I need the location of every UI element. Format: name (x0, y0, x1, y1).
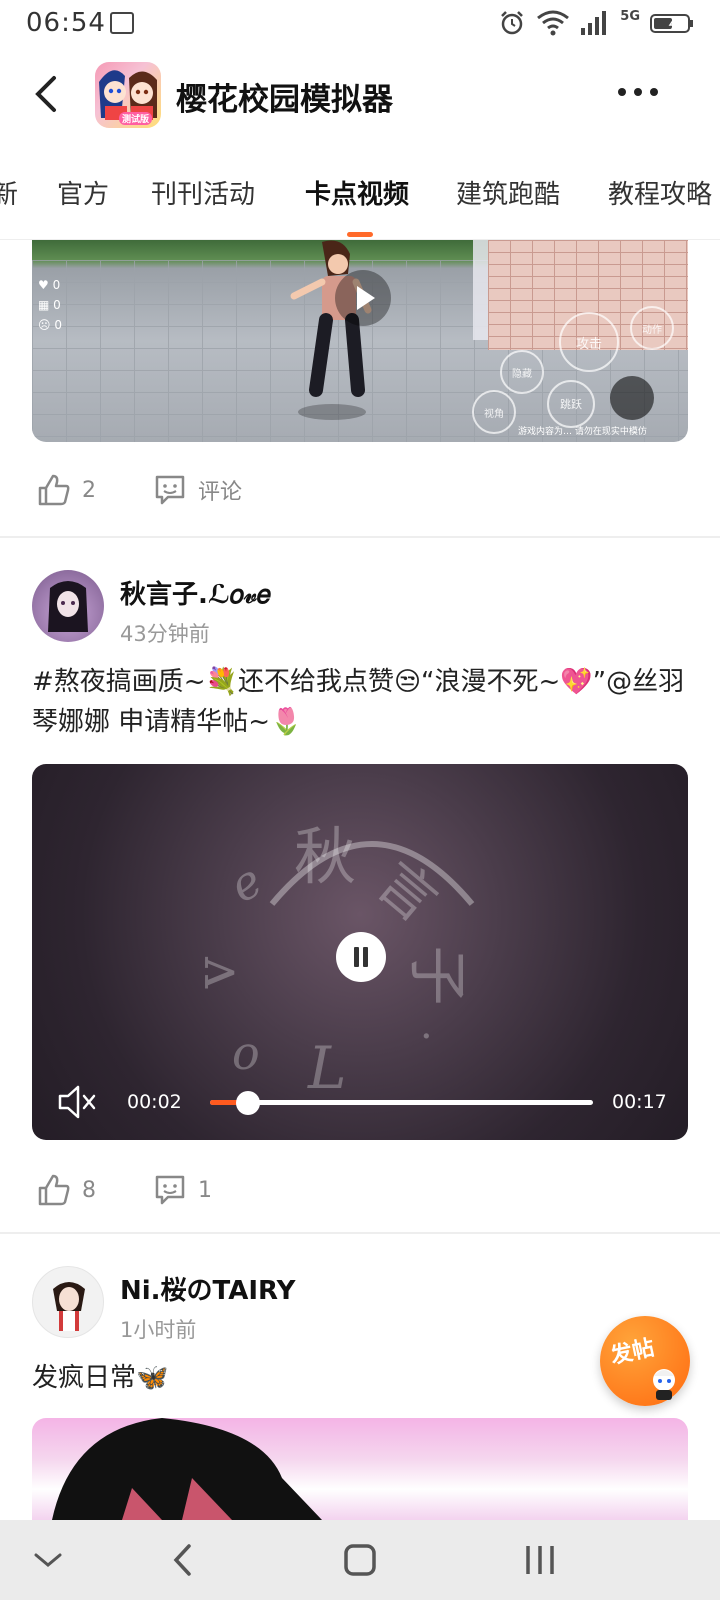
game-view-button: 视角 (472, 390, 516, 434)
category-tabs: 新 官方 刊刊活动 卡点视频 建筑跑酷 教程攻略 (0, 160, 720, 240)
post2-author-name[interactable]: 秋言子.ℒ𝑜𝓋𝑒 (120, 574, 271, 611)
status-time: 06:54 (26, 8, 106, 38)
back-button[interactable] (28, 72, 68, 116)
watermark-char: o (232, 1026, 260, 1080)
active-tab-indicator (347, 232, 373, 237)
page-title: 樱花校园模拟器 (176, 82, 393, 118)
tab-official[interactable]: 官方 (57, 174, 109, 211)
post2-author-avatar[interactable] (32, 570, 104, 642)
watermark-char: v (183, 956, 249, 989)
create-post-fab[interactable]: 发帖 (600, 1316, 690, 1406)
post2-comment-count: 1 (198, 1177, 212, 1203)
post3-timestamp: 1小时前 (120, 1318, 197, 1342)
post-divider (0, 1232, 720, 1234)
status-icons: 5G (498, 8, 694, 38)
video-duration: 00:17 (612, 1091, 667, 1113)
game-run-icon (610, 376, 654, 420)
tab-new[interactable]: 新 (0, 174, 18, 211)
comment-icon (155, 475, 185, 505)
game-hide-button: 隐藏 (500, 350, 544, 394)
tab-events[interactable]: 刊刊活动 (151, 174, 255, 211)
mute-toggle-icon[interactable] (56, 1082, 100, 1122)
post1-video[interactable]: ♥ 0 ▦ 0 ☹ 0 攻击 动作 视角 跳跃 隐藏 游戏内容为… 请勿在现实中… (32, 240, 688, 442)
post1-actions: 2 评论 (36, 468, 242, 512)
play-icon (357, 286, 375, 310)
tab-building-parkour[interactable]: 建筑跑酷 (456, 174, 560, 211)
hud-group-count: 0 (53, 298, 61, 312)
app-icon[interactable]: 测试版 (95, 62, 161, 128)
video-disclaimer: 游戏内容为… 请勿在现实中模仿 (518, 427, 647, 437)
post3-media-art (52, 1418, 322, 1520)
video-progress-bar[interactable] (210, 1091, 593, 1115)
thumbs-up-icon (38, 1174, 70, 1206)
nav-recents-button[interactable] (520, 1542, 560, 1578)
post1-comment-button[interactable]: 评论 (152, 472, 242, 508)
game-hud: ♥ 0 ▦ 0 ☹ 0 (38, 278, 62, 332)
post2-like-count: 8 (82, 1177, 96, 1203)
watermark-char: L (308, 1034, 347, 1102)
post2-text: #熬夜搞画质~💐还不给我点赞😒“浪漫不死~💖”@丝羽琴娜娜 申请精华帖~🌷 (32, 667, 685, 737)
nav-home-button[interactable] (340, 1542, 380, 1578)
post3-media[interactable] (32, 1418, 688, 1520)
nav-back-button[interactable] (164, 1542, 204, 1578)
signal-icon (581, 11, 607, 35)
tab-tutorials[interactable]: 教程攻略 (608, 174, 712, 211)
post1-like-button[interactable]: 2 (36, 472, 96, 508)
thumbs-up-icon (38, 474, 70, 506)
watermark-char: 子 (401, 945, 472, 1006)
post3-author-name[interactable]: Ni.桜のTAIRY (120, 1270, 296, 1307)
app-header: 测试版 樱花校园模拟器 (0, 54, 720, 138)
post1-like-count: 2 (82, 477, 96, 503)
video-light-arc (269, 841, 475, 906)
battery-icon (650, 14, 693, 33)
post1-comment-label: 评论 (198, 480, 243, 505)
gallery-notification-icon (110, 12, 134, 34)
hud-face-count: 0 (54, 318, 62, 332)
hud-heart-count: 0 (52, 278, 61, 292)
video-progress-thumb[interactable] (236, 1091, 261, 1115)
post2-timestamp: 43分钟前 (120, 622, 210, 646)
watermark-char: · (420, 1014, 433, 1060)
hud-face-value: ☹ 0 (38, 318, 62, 332)
wifi-icon (537, 10, 570, 36)
post3-author-avatar[interactable] (32, 1266, 104, 1338)
hide-keyboard-chevron-icon[interactable] (28, 1542, 68, 1578)
post3-text: 发疯日常🦋 (32, 1363, 169, 1393)
video-character (290, 240, 372, 420)
app-icon-badge: 测试版 (119, 112, 153, 125)
game-attack-button: 攻击 (559, 312, 619, 372)
post2-comment-button[interactable]: 1 (152, 1172, 212, 1208)
alarm-icon (501, 11, 524, 35)
more-options-button[interactable] (616, 82, 660, 102)
tab-beat-videos[interactable]: 卡点视频 (305, 174, 409, 211)
video-pause-button[interactable] (336, 932, 386, 982)
post-divider (0, 536, 720, 538)
avatar-art (53, 1282, 85, 1331)
hud-group-value: ▦ 0 (38, 298, 61, 312)
avatar-art (48, 581, 88, 632)
network-type-label: 5G (620, 8, 640, 24)
video-play-button[interactable] (335, 270, 391, 326)
post2-actions: 8 1 (36, 1168, 212, 1212)
game-jump-button: 跳跃 (547, 380, 595, 428)
system-nav-bar (0, 1520, 720, 1600)
comment-icon (155, 1175, 185, 1205)
post2-like-button[interactable]: 8 (36, 1172, 96, 1208)
video-current-time: 00:02 (127, 1091, 182, 1113)
game-action-button: 动作 (630, 306, 674, 350)
status-bar: 06:54 5G (0, 0, 720, 48)
hud-heart-value: ♥ 0 (38, 278, 61, 292)
post2-video[interactable]: 秋 言 子 e v o L · 00:02 00:17 (32, 764, 688, 1140)
mascot-icon (653, 1369, 675, 1400)
